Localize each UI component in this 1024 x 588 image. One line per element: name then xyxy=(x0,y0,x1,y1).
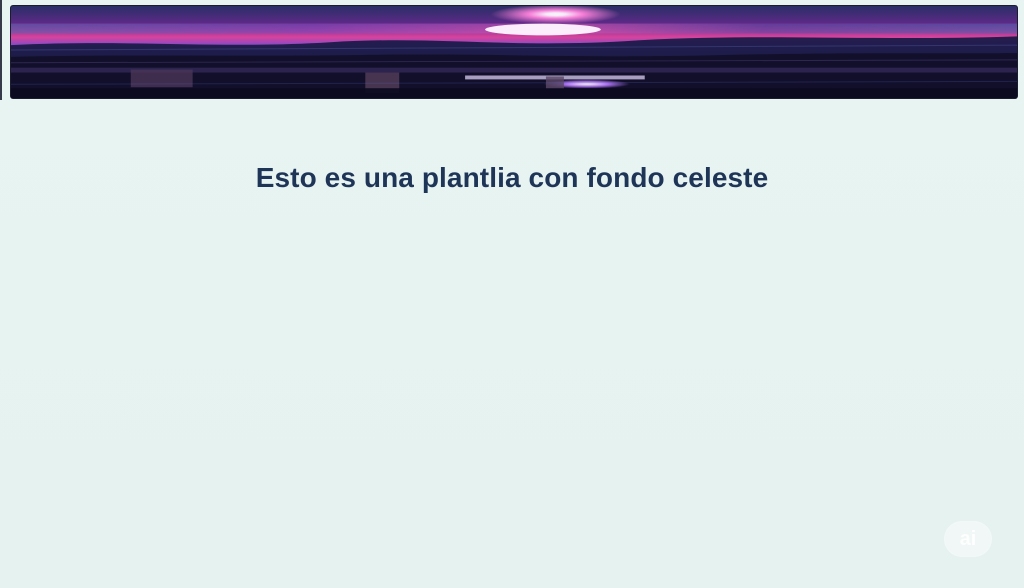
page: Esto es una plantlia con fondo celeste a… xyxy=(0,0,1024,588)
banner-illustration xyxy=(11,6,1017,98)
ai-watermark: ai xyxy=(944,521,992,557)
banner-image xyxy=(10,5,1018,99)
left-edge-divider xyxy=(0,0,2,100)
page-title: Esto es una plantlia con fondo celeste xyxy=(255,162,769,193)
ai-watermark-label: ai xyxy=(959,528,977,550)
